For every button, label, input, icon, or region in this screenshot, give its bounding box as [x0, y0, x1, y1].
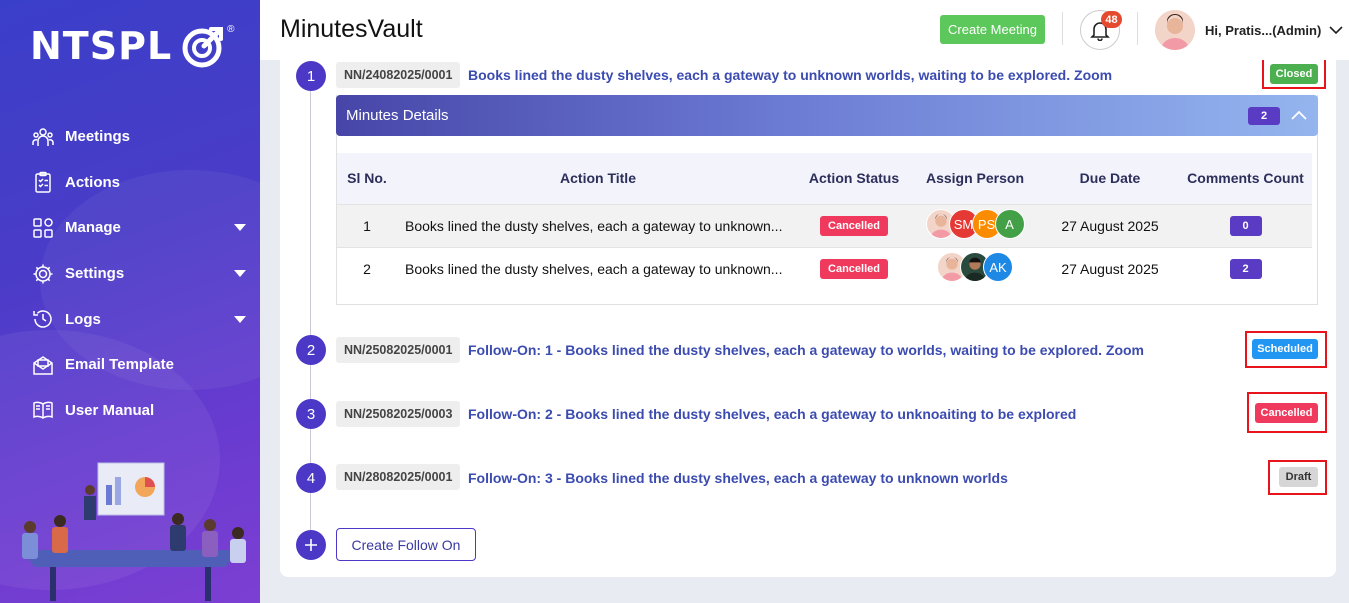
logo[interactable]: NTSPL ® — [30, 22, 235, 70]
notification-count-badge: 48 — [1101, 11, 1122, 28]
column-header: Action Title — [397, 153, 799, 204]
assignee-avatars: AK — [937, 252, 1013, 283]
chevron-up-icon — [1291, 110, 1307, 120]
meeting-title-link[interactable]: Books lined the dusty shelves, each a ga… — [468, 67, 1112, 83]
avatar — [1155, 10, 1195, 50]
timeline-number: 2 — [296, 335, 326, 365]
sidebar-item-meetings[interactable]: Meetings — [0, 114, 260, 160]
timeline-number: 4 — [296, 463, 326, 493]
gear-icon — [32, 263, 54, 285]
assign-person-cell: SM PS A — [909, 203, 1041, 247]
highlight-box — [1245, 331, 1327, 368]
table-row[interactable]: 2 Books lined the dusty shelves, each a … — [337, 246, 1312, 290]
timeline-number: 3 — [296, 399, 326, 429]
action-status-cell: Cancelled — [799, 246, 909, 290]
comments-count-badge[interactable]: 0 — [1229, 215, 1262, 236]
meeting-title-link[interactable]: Follow-On: 1 - Books lined the dusty she… — [468, 342, 1144, 358]
table-row[interactable]: 1 Books lined the dusty shelves, each a … — [337, 203, 1312, 247]
status-badge-cancelled: Cancelled — [820, 215, 888, 236]
action-title-cell: Books lined the dusty shelves, each a ga… — [397, 246, 799, 290]
highlight-box — [1262, 60, 1326, 89]
sidebar-item-label: Meetings — [65, 128, 131, 146]
meeting-title-link[interactable]: Follow-On: 2 - Books lined the dusty she… — [468, 406, 1076, 422]
sidebar-item-email-template[interactable]: Email Template — [0, 342, 260, 388]
sidebar-item-label: Manage — [65, 219, 121, 237]
logo-text: NTSPL — [30, 24, 173, 68]
sidebar-item-label: Actions — [65, 173, 121, 191]
status-badge-cancelled: Cancelled — [820, 258, 888, 279]
divider — [1137, 12, 1138, 45]
avatar: AK — [983, 252, 1013, 283]
caret-down-icon — [234, 315, 246, 323]
action-status-cell: Cancelled — [799, 203, 909, 247]
highlight-box — [1268, 460, 1327, 495]
meeting-title-link[interactable]: Follow-On: 3 - Books lined the dusty she… — [468, 470, 1008, 486]
minutes-details-toggle[interactable]: Minutes Details 2 — [336, 95, 1318, 136]
column-header: Action Status — [799, 153, 909, 204]
plus-icon — [305, 539, 317, 551]
column-header: Sl No. — [337, 153, 397, 204]
history-icon — [32, 308, 54, 330]
caret-down-icon — [234, 224, 246, 232]
sidebar-item-actions[interactable]: Actions — [0, 160, 260, 206]
sl-no-cell: 2 — [337, 246, 397, 290]
chevron-down-icon — [1329, 26, 1343, 35]
meeting-ref-chip: NN/24082025/0001 — [336, 62, 461, 88]
assignee-avatars: SM PS A — [925, 209, 1025, 239]
minutes-count-badge: 2 — [1248, 107, 1280, 125]
book-icon — [32, 399, 54, 421]
sidebar-item-label: Logs — [65, 310, 101, 328]
user-menu[interactable]: Hi, Pratis...(Admin) — [1155, 10, 1343, 50]
column-header: Comments Count — [1179, 153, 1312, 204]
comments-count-badge[interactable]: 2 — [1229, 258, 1262, 279]
page-title: MinutesVault — [280, 15, 423, 43]
sidebar-item-user-manual[interactable]: User Manual — [0, 388, 260, 434]
meeting-timeline-card: 1 NN/24082025/0001 Books lined the dusty… — [280, 60, 1336, 577]
top-header: MinutesVault Create Meeting 48 Hi, Prati… — [260, 0, 1349, 60]
avatar: A — [994, 209, 1025, 239]
create-meeting-button[interactable]: Create Meeting — [940, 15, 1045, 44]
minutes-details-label: Minutes Details — [346, 107, 449, 124]
caret-down-icon — [234, 270, 246, 278]
divider — [1062, 12, 1063, 45]
assign-person-cell: AK — [909, 246, 1041, 290]
sl-no-cell: 1 — [337, 203, 397, 247]
sidebar: NTSPL ® Meetings Actions Manage Settings… — [0, 0, 260, 603]
action-title-cell: Books lined the dusty shelves, each a ga… — [397, 203, 799, 247]
sidebar-item-label: Email Template — [65, 356, 174, 374]
meetings-icon — [32, 126, 54, 148]
actions-table: Sl No. Action Title Action Status Assign… — [337, 153, 1312, 290]
due-date-cell: 27 August 2025 — [1041, 246, 1179, 290]
meeting-illustration — [20, 462, 246, 601]
column-header: Due Date — [1041, 153, 1179, 204]
timeline-number: 1 — [296, 61, 326, 91]
sidebar-item-logs[interactable]: Logs — [0, 296, 260, 342]
logo-mark-icon — [182, 27, 224, 68]
table-header-row: Sl No. Action Title Action Status Assign… — [337, 153, 1312, 204]
clipboard-icon — [32, 171, 54, 194]
sidebar-nav: Meetings Actions Manage Settings Logs Em… — [0, 114, 260, 433]
due-date-cell: 27 August 2025 — [1041, 203, 1179, 247]
meeting-ref-chip: NN/28082025/0001 — [336, 464, 461, 490]
sidebar-item-manage[interactable]: Manage — [0, 205, 260, 251]
meeting-ref-chip: NN/25082025/0001 — [336, 337, 461, 363]
sidebar-item-settings[interactable]: Settings — [0, 251, 260, 297]
envelope-icon — [32, 354, 54, 376]
user-name: Hi, Pratis...(Admin) — [1205, 22, 1322, 38]
create-follow-on-button[interactable]: Create Follow On — [336, 528, 476, 561]
sidebar-item-label: User Manual — [65, 401, 155, 419]
grid-icon — [32, 217, 54, 239]
add-follow-on-button[interactable] — [296, 530, 326, 560]
registered-mark: ® — [227, 24, 235, 35]
column-header: Assign Person — [909, 153, 1041, 204]
comments-count-cell: 0 — [1179, 203, 1312, 247]
sidebar-item-label: Settings — [65, 265, 125, 283]
meeting-ref-chip: NN/25082025/0003 — [336, 401, 461, 427]
highlight-box — [1247, 392, 1327, 433]
comments-count-cell: 2 — [1179, 246, 1312, 290]
